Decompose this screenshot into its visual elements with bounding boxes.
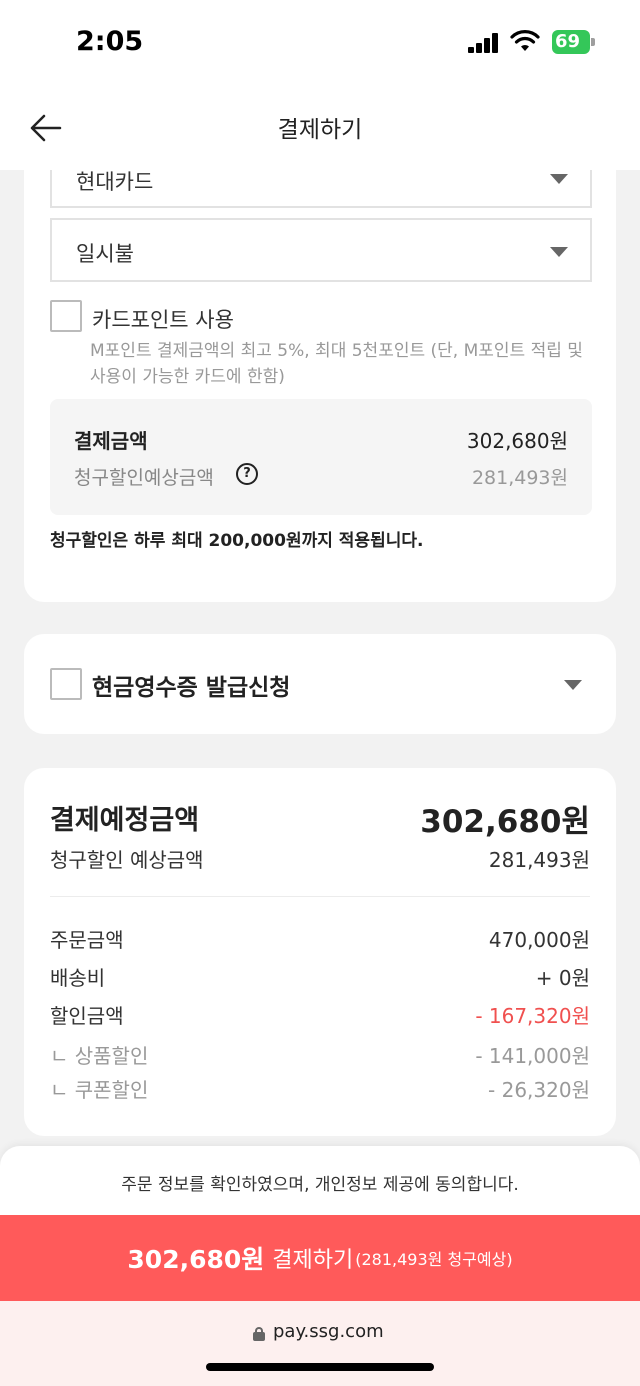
lock-icon — [253, 1327, 265, 1341]
product-discount-label: ㄴ 상품할인 — [50, 1044, 149, 1068]
signal-icon — [468, 33, 500, 53]
cash-receipt-checkbox[interactable] — [50, 668, 82, 700]
payment-amount-box: 결제금액 302,680원 청구할인예상금액 ? 281,493원 — [50, 399, 592, 515]
chevron-down-icon — [550, 174, 568, 184]
pay-button[interactable]: 302,680원 결제하기 (281,493원 청구예상) — [0, 1215, 640, 1301]
page-header: 결제하기 — [0, 88, 640, 170]
discount-amount-value: - 167,320원 — [475, 1004, 590, 1028]
chevron-down-icon[interactable] — [564, 680, 582, 690]
help-icon[interactable]: ? — [236, 463, 258, 485]
status-bar: 2:05 69 — [0, 0, 640, 88]
card-payment-section: 현대카드 일시불 카드포인트 사용 M포인트 결제금액의 최고 5%, 최대 5… — [24, 140, 616, 602]
summary-total: 302,680원 — [420, 804, 590, 840]
card-point-description: M포인트 결제금액의 최고 5%, 최대 5천포인트 (단, M포인트 적립 및… — [90, 341, 583, 387]
order-amount-value: 470,000원 — [488, 928, 590, 952]
coupon-discount-label: ㄴ 쿠폰할인 — [50, 1078, 149, 1102]
wifi-icon — [510, 30, 540, 51]
payment-amount-label: 결제금액 — [74, 429, 148, 453]
pay-button-note: (281,493원 청구예상) — [355, 1250, 513, 1269]
coupon-discount-value: - 26,320원 — [488, 1078, 590, 1102]
pay-button-label: 결제하기 — [272, 1248, 354, 1273]
home-indicator[interactable] — [206, 1363, 434, 1371]
card-point-label: 카드포인트 사용 — [92, 308, 234, 332]
installment-select[interactable]: 일시불 — [50, 218, 592, 282]
discount-amount-label: 할인금액 — [50, 1004, 124, 1028]
page-title: 결제하기 — [277, 117, 363, 143]
browser-url-bar[interactable]: pay.ssg.com — [0, 1301, 640, 1386]
product-discount-value: - 141,000원 — [475, 1044, 590, 1068]
order-amount-label: 주문금액 — [50, 928, 124, 952]
summary-title: 결제예정금액 — [50, 805, 200, 836]
url-text: pay.ssg.com — [273, 1321, 384, 1342]
battery-level: 69 — [555, 31, 581, 52]
shipping-fee-value: + 0원 — [535, 966, 590, 990]
payment-summary: 결제예정금액 302,680원 청구할인 예상금액 281,493원 주문금액 … — [24, 768, 616, 1136]
card-company-value: 현대카드 — [76, 170, 154, 194]
summary-discount-label: 청구할인 예상금액 — [50, 848, 204, 872]
pay-button-amount: 302,680원 — [127, 1245, 265, 1274]
payment-amount-value: 302,680원 — [466, 429, 568, 453]
divider — [50, 896, 590, 897]
shipping-fee-label: 배송비 — [50, 966, 106, 990]
agreement-text: 주문 정보를 확인하였으며, 개인정보 제공에 동의합니다. — [121, 1175, 519, 1195]
summary-discount-value: 281,493원 — [488, 848, 590, 872]
installment-value: 일시불 — [76, 242, 134, 266]
cash-receipt-section[interactable]: 현금영수증 발급신청 — [24, 634, 616, 734]
billing-discount-value: 281,493원 — [471, 467, 568, 489]
billing-discount-label: 청구할인예상금액 — [74, 467, 214, 489]
battery-icon: 69 — [552, 30, 596, 54]
bottom-sheet: 주문 정보를 확인하였으며, 개인정보 제공에 동의합니다. 302,680원 … — [0, 1146, 640, 1386]
discount-limit-note: 청구할인은 하루 최대 200,000원까지 적용됩니다. — [50, 531, 424, 551]
status-time: 2:05 — [76, 26, 144, 57]
cash-receipt-label: 현금영수증 발급신청 — [92, 675, 291, 701]
chevron-down-icon — [550, 247, 568, 257]
card-point-checkbox[interactable] — [50, 300, 82, 332]
